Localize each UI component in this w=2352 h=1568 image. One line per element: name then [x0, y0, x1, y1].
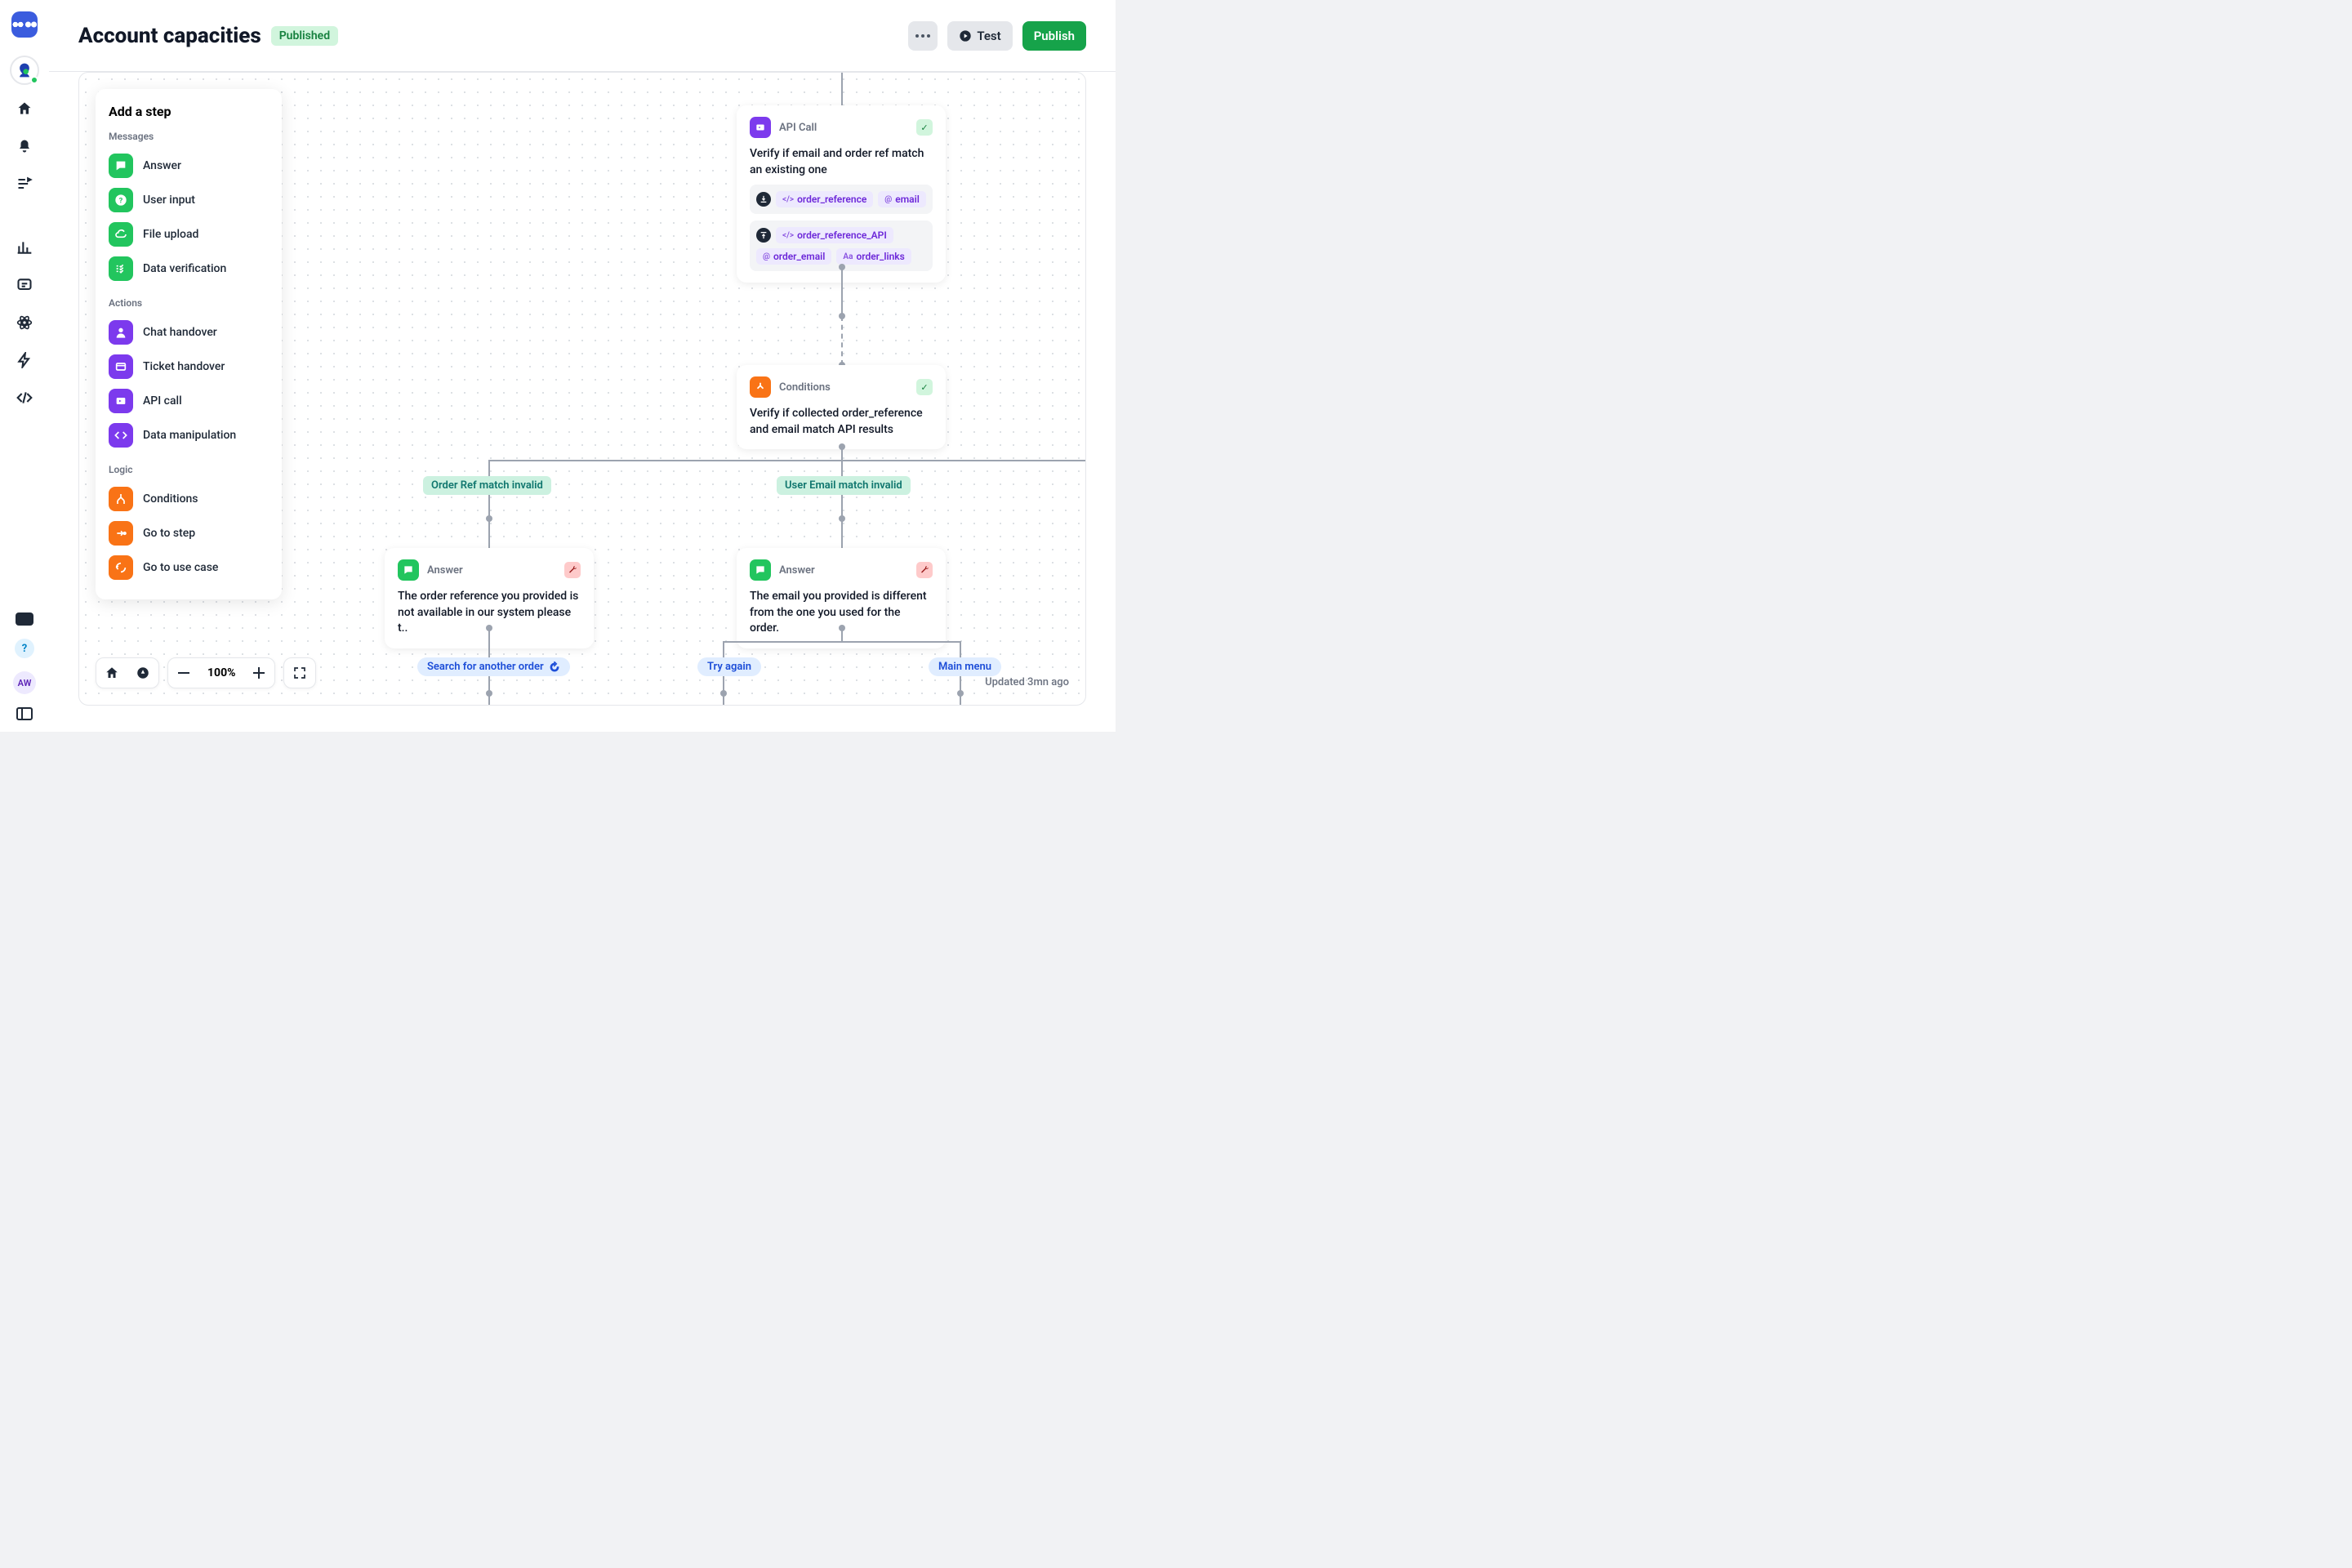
var-chip: Aaorder_links: [836, 248, 911, 265]
status-badge: Published: [271, 26, 338, 46]
status-check-icon: ✓: [916, 119, 933, 136]
api-call-icon: [750, 117, 771, 138]
action-main-menu[interactable]: Main menu: [929, 657, 1001, 676]
status-dot: [30, 76, 38, 84]
var-chip: </>order_reference: [776, 191, 873, 207]
step-answer[interactable]: Answer: [109, 149, 269, 183]
test-button[interactable]: Test: [947, 21, 1012, 51]
answer-icon: [398, 559, 419, 581]
input-vars-row: </>order_reference @email: [750, 185, 933, 214]
node-api-call[interactable]: API Call ✓ Verify if email and order ref…: [737, 105, 946, 283]
step-data-manipulation[interactable]: Data manipulation: [109, 418, 269, 452]
connector: [841, 73, 843, 105]
page-title: Account capacities: [78, 24, 261, 48]
fullscreen-button[interactable]: [284, 657, 315, 688]
step-chat-handover[interactable]: Chat handover: [109, 315, 269, 350]
nav-code-icon[interactable]: [16, 389, 33, 407]
step-go-to-step[interactable]: Go to step: [109, 516, 269, 550]
nav-automations-icon[interactable]: [16, 175, 33, 193]
output-icon: [756, 228, 771, 243]
group-messages-label: Messages: [109, 131, 269, 142]
condition-label-right: User Email match invalid: [777, 476, 911, 495]
status-wrench-icon: [564, 562, 581, 578]
nav-conversations-icon[interactable]: [16, 276, 33, 294]
connector-dashed: [841, 316, 843, 365]
step-ticket-handover[interactable]: Ticket handover: [109, 350, 269, 384]
var-chip: @email: [878, 191, 926, 207]
svg-text:?: ?: [119, 196, 123, 205]
connector-dot: [486, 690, 492, 697]
header: Account capacities Published Test Publis…: [49, 0, 1116, 72]
connector: [723, 641, 961, 643]
workspace-avatar[interactable]: [10, 56, 39, 85]
condition-label-left: Order Ref match invalid: [423, 476, 551, 495]
node-body: Verify if collected order_reference and …: [750, 406, 933, 438]
connector-dashed: [841, 519, 843, 548]
step-api-call[interactable]: API call: [109, 384, 269, 418]
more-button[interactable]: [908, 21, 938, 51]
step-go-to-use-case[interactable]: Go to use case: [109, 550, 269, 585]
app-logo[interactable]: [11, 11, 38, 38]
conditions-icon: [750, 376, 771, 398]
step-conditions[interactable]: Conditions: [109, 482, 269, 516]
connector: [841, 447, 843, 460]
publish-button-label: Publish: [1034, 29, 1075, 43]
zoom-value: 100%: [199, 666, 243, 679]
connector-dashed: [488, 519, 490, 548]
nav-home-icon[interactable]: [16, 100, 33, 118]
answer-icon: [750, 559, 771, 581]
node-type-label: Conditions: [779, 381, 908, 394]
action-try-again[interactable]: Try again: [697, 657, 761, 676]
zoom-toolbar: 100%: [96, 657, 316, 688]
help-button[interactable]: ?: [15, 639, 34, 658]
connector: [841, 628, 843, 641]
step-user-input[interactable]: ?User input: [109, 183, 269, 217]
action-search-another[interactable]: Search for another order: [417, 657, 570, 676]
main-content: Account capacities Published Test Publis…: [49, 0, 1116, 732]
node-type-label: API Call: [779, 122, 908, 134]
step-data-verification[interactable]: Data verification: [109, 252, 269, 286]
connector-dot: [720, 690, 727, 697]
input-icon: [756, 192, 771, 207]
nav-integrations-icon[interactable]: [16, 314, 33, 332]
updated-timestamp: Updated 3mn ago: [985, 676, 1069, 688]
zoom-in-button[interactable]: [243, 657, 274, 688]
status-wrench-icon: [916, 562, 933, 578]
node-type-label: Answer: [427, 564, 556, 577]
test-button-label: Test: [977, 29, 1000, 43]
group-actions-label: Actions: [109, 297, 269, 309]
nav-triggers-icon[interactable]: [16, 351, 33, 369]
status-check-icon: ✓: [916, 379, 933, 395]
node-type-label: Answer: [779, 564, 908, 577]
user-avatar[interactable]: AW: [13, 671, 36, 694]
nav-analytics-icon[interactable]: [16, 238, 33, 256]
publish-button[interactable]: Publish: [1022, 21, 1086, 51]
add-step-panel: Add a step Messages Answer ?User input F…: [96, 89, 282, 599]
connector-dot: [957, 690, 964, 697]
connector: [488, 460, 1086, 461]
var-chip: </>order_reference_API: [776, 227, 893, 243]
step-file-upload[interactable]: File upload: [109, 217, 269, 252]
var-chip: @order_email: [756, 248, 831, 265]
zoom-out-button[interactable]: [168, 657, 199, 688]
locate-button[interactable]: [127, 657, 158, 688]
add-step-title: Add a step: [109, 104, 269, 119]
node-body: Verify if email and order ref match an e…: [750, 146, 933, 178]
toggle-panel-icon[interactable]: [16, 707, 33, 720]
node-conditions[interactable]: Conditions ✓ Verify if collected order_r…: [737, 365, 946, 449]
nav-terminal-icon[interactable]: [16, 612, 33, 626]
nav-notifications-icon[interactable]: [16, 137, 33, 155]
connector: [841, 267, 843, 316]
left-sidebar: ? AW: [0, 0, 49, 732]
group-logic-label: Logic: [109, 464, 269, 475]
home-view-button[interactable]: [96, 657, 127, 688]
flow-canvas[interactable]: Add a step Messages Answer ?User input F…: [78, 72, 1086, 706]
